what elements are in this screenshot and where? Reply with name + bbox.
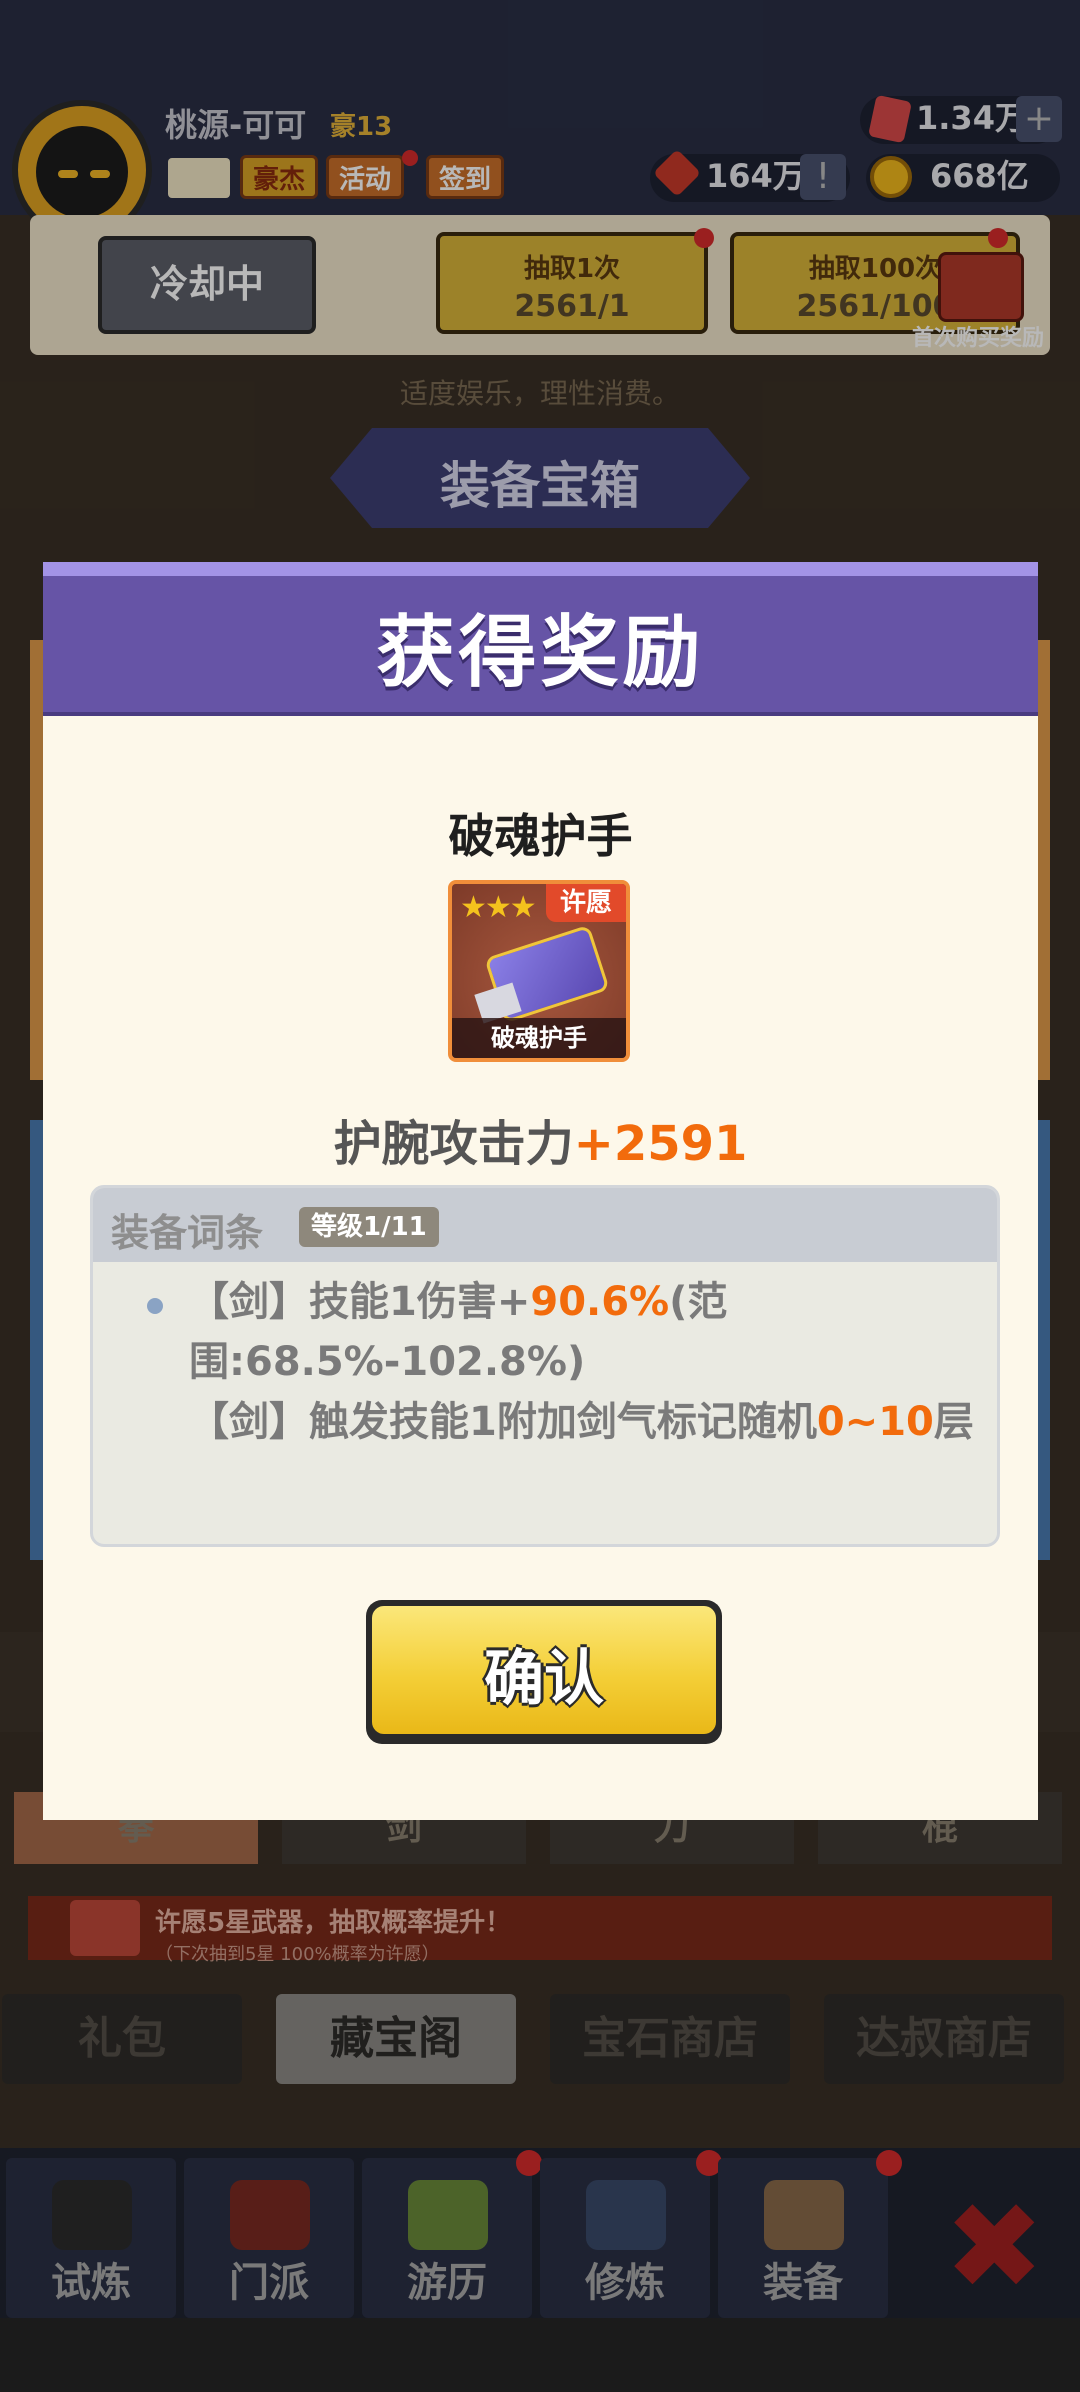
affix-line-2-text: 【剑】触发技能1附加剑气标记随机 [189,1399,817,1445]
bullet-icon [147,1298,163,1314]
stat-value: +2591 [573,1116,748,1172]
item-card[interactable]: ★★★ 许愿 破魂护手 [448,880,630,1062]
affix-line-1-text: 【剑】技能1伤害+ [189,1279,531,1325]
affix-lines: 【剑】技能1伤害+90.6%(范围:68.5%-102.8%) 【剑】触发技能1… [189,1272,979,1452]
star-rating: ★★★ [460,890,537,925]
affix-line-2: 【剑】触发技能1附加剑气标记随机0~10层 [189,1392,979,1452]
stat-label: 护腕攻击力 [333,1116,574,1172]
affix-line-2-value: 0~10 [816,1399,934,1445]
affix-panel: 装备词条 等级1/11 【剑】技能1伤害+90.6%(范围:68.5%-102.… [90,1185,1000,1547]
affix-line-1-value: 90.6% [530,1279,670,1325]
confirm-label[interactable]: 确认 [366,1630,722,1717]
affix-line-2-unit: 层 [933,1399,974,1445]
affix-title: 装备词条 [111,1211,264,1255]
dialog-title: 获得奖励 [376,608,705,698]
affix-level-badge: 等级1/11 [299,1207,439,1247]
stat-line: 护腕攻击力+2591 [43,1104,1038,1174]
item-name: 破魂护手 [448,809,633,863]
item-card-caption: 破魂护手 [452,1018,626,1058]
affix-line-1: 【剑】技能1伤害+90.6%(范围:68.5%-102.8%) [189,1272,979,1392]
dialog-header-highlight [43,562,1038,576]
wish-tag: 许愿 [546,884,626,922]
